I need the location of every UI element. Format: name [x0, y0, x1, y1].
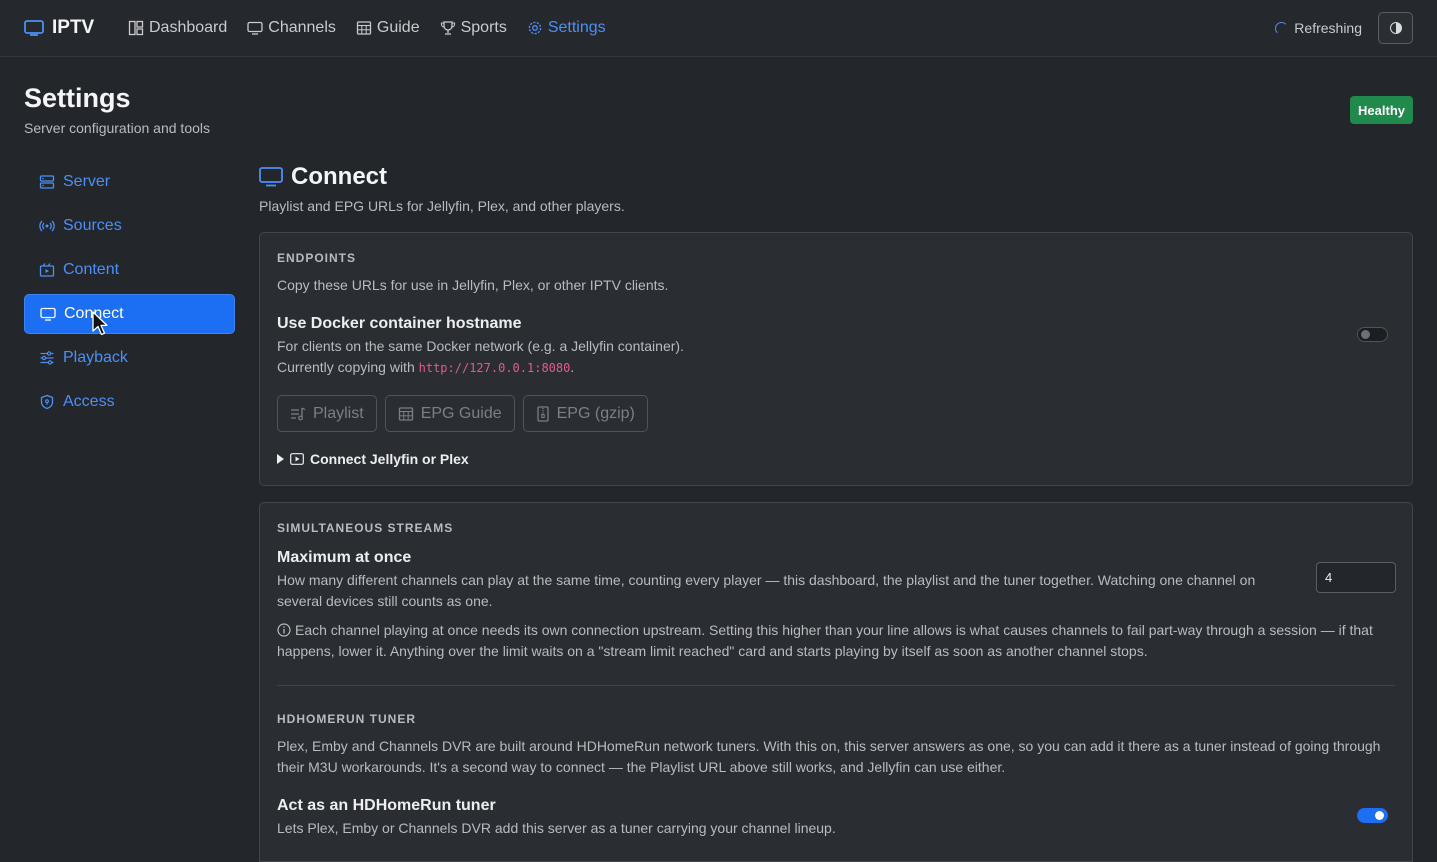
nav-settings[interactable]: Settings	[527, 18, 606, 38]
contrast-icon	[1389, 22, 1402, 34]
nav-channels[interactable]: Channels	[247, 18, 336, 38]
film-icon	[39, 263, 55, 277]
nav-label: Dashboard	[149, 19, 228, 36]
endpoints-description: Copy these URLs for use in Jellyfin, Ple…	[277, 277, 669, 293]
refresh-status-label: Refreshing	[1294, 20, 1362, 36]
monitor-icon	[40, 307, 56, 321]
docker-hostname-title: Use Docker container hostname	[277, 315, 522, 332]
nav-guide[interactable]: Guide	[356, 18, 420, 38]
docker-hostname-toggle[interactable]	[1357, 327, 1388, 342]
theme-toggle-button[interactable]	[1378, 12, 1413, 44]
dashboard-icon	[128, 20, 144, 36]
nav-label: Sports	[460, 19, 507, 36]
section-divider	[277, 685, 1395, 686]
simultaneous-streams-heading: SIMULTANEOUS STREAMS	[277, 521, 454, 535]
hdhomerun-tuner-toggle[interactable]	[1357, 808, 1388, 823]
copy-epg-guide-button[interactable]: EPG Guide	[384, 395, 515, 432]
max-streams-description: How many different channels can play at …	[277, 572, 1256, 609]
button-label: Playlist	[313, 404, 364, 422]
brand-name: IPTV	[52, 17, 95, 38]
docker-hostname-description: For clients on the same Docker network (…	[277, 338, 684, 354]
sidebar-item-label: Sources	[63, 217, 122, 234]
copy-epg-gzip-button[interactable]: EPG (gzip)	[522, 395, 648, 432]
trophy-icon	[440, 21, 455, 35]
button-label: EPG Guide	[420, 404, 502, 422]
server-icon	[39, 175, 55, 189]
nav-sports[interactable]: Sports	[440, 18, 507, 38]
health-status-badge: Healthy	[1350, 96, 1413, 124]
nav-dashboard[interactable]: Dashboard	[128, 18, 227, 38]
spinner-icon	[1275, 21, 1289, 35]
sidebar-item-connect[interactable]: Connect	[24, 294, 235, 334]
page-subtitle: Server configuration and tools	[24, 120, 210, 136]
sidebar-item-label: Content	[63, 261, 120, 278]
sidebar-item-server[interactable]: Server	[24, 162, 235, 202]
refresh-status: Refreshing	[1275, 20, 1362, 36]
sidebar-item-label: Playback	[63, 349, 128, 366]
nav-label: Guide	[376, 19, 420, 36]
copy-playlist-button[interactable]: Playlist	[277, 395, 377, 432]
copying-prefix: Currently copying with	[277, 359, 419, 375]
hdhomerun-description: Plex, Emby and Channels DVR are built ar…	[277, 738, 1381, 775]
sidebar-item-label: Server	[63, 173, 111, 190]
disclosure-label: Connect Jellyfin or Plex	[310, 451, 469, 467]
calendar-grid-icon	[356, 21, 372, 35]
gear-icon	[528, 21, 542, 35]
button-label: EPG (gzip)	[556, 404, 635, 422]
archive-icon	[536, 405, 549, 422]
connect-jellyfin-plex-disclosure[interactable]: Connect Jellyfin or Plex	[277, 451, 469, 467]
copying-suffix: .	[570, 359, 575, 375]
hdhomerun-tuner-description: Lets Plex, Emby or Channels DVR add this…	[277, 820, 836, 836]
hdhomerun-tuner-title: Act as an HDHomeRun tuner	[277, 797, 496, 814]
settings-sidebar: Server Sources Content Connect	[24, 162, 235, 426]
play-screen-icon	[290, 453, 304, 465]
monitor-icon	[24, 20, 44, 36]
nav-label: Channels	[268, 19, 336, 36]
sliders-icon	[40, 351, 54, 365]
endpoints-heading: ENDPOINTS	[277, 251, 357, 265]
nav-label: Settings	[547, 19, 606, 36]
section-subtitle: Playlist and EPG URLs for Jellyfin, Plex…	[259, 198, 625, 214]
sidebar-item-label: Access	[63, 393, 115, 410]
sidebar-item-access[interactable]: Access	[24, 382, 235, 422]
streams-info-note: Each channel playing at once needs its o…	[277, 620, 1392, 662]
top-navbar: IPTV Dashboard Channels Guide Sports Set…	[0, 0, 1437, 57]
max-streams-title: Maximum at once	[277, 549, 412, 566]
streams-info-text: Each channel playing at once needs its o…	[277, 622, 1373, 659]
sidebar-item-sources[interactable]: Sources	[24, 206, 235, 246]
main-nav: Dashboard Channels Guide Sports Settings	[128, 18, 606, 38]
broadcast-icon	[39, 220, 55, 232]
section-header: Connect	[259, 163, 387, 191]
shield-icon	[40, 394, 54, 410]
info-icon	[277, 623, 291, 637]
streams-card: SIMULTANEOUS STREAMS Maximum at once How…	[259, 502, 1413, 862]
copying-url: http://127.0.0.1:8080	[418, 361, 571, 375]
brand-logo[interactable]: IPTV	[24, 17, 94, 39]
hdhomerun-heading: HDHOMERUN TUNER	[277, 712, 416, 726]
mouse-cursor-icon	[92, 311, 108, 336]
endpoints-card: ENDPOINTS Copy these URLs for use in Jel…	[259, 232, 1413, 486]
section-title: Connect	[291, 163, 387, 190]
tv-icon	[247, 21, 263, 35]
disclosure-triangle-icon	[277, 454, 284, 464]
playlist-icon	[291, 406, 306, 420]
sidebar-item-content[interactable]: Content	[24, 250, 235, 290]
endpoint-buttons: Playlist EPG Guide EPG (gzip)	[277, 395, 648, 432]
sidebar-item-playback[interactable]: Playback	[24, 338, 235, 378]
monitor-icon	[259, 167, 283, 187]
copying-url-line: Currently copying with http://127.0.0.1:…	[277, 357, 574, 379]
page-title: Settings	[24, 83, 131, 113]
max-streams-input[interactable]	[1316, 562, 1396, 593]
calendar-grid-icon	[398, 406, 413, 421]
